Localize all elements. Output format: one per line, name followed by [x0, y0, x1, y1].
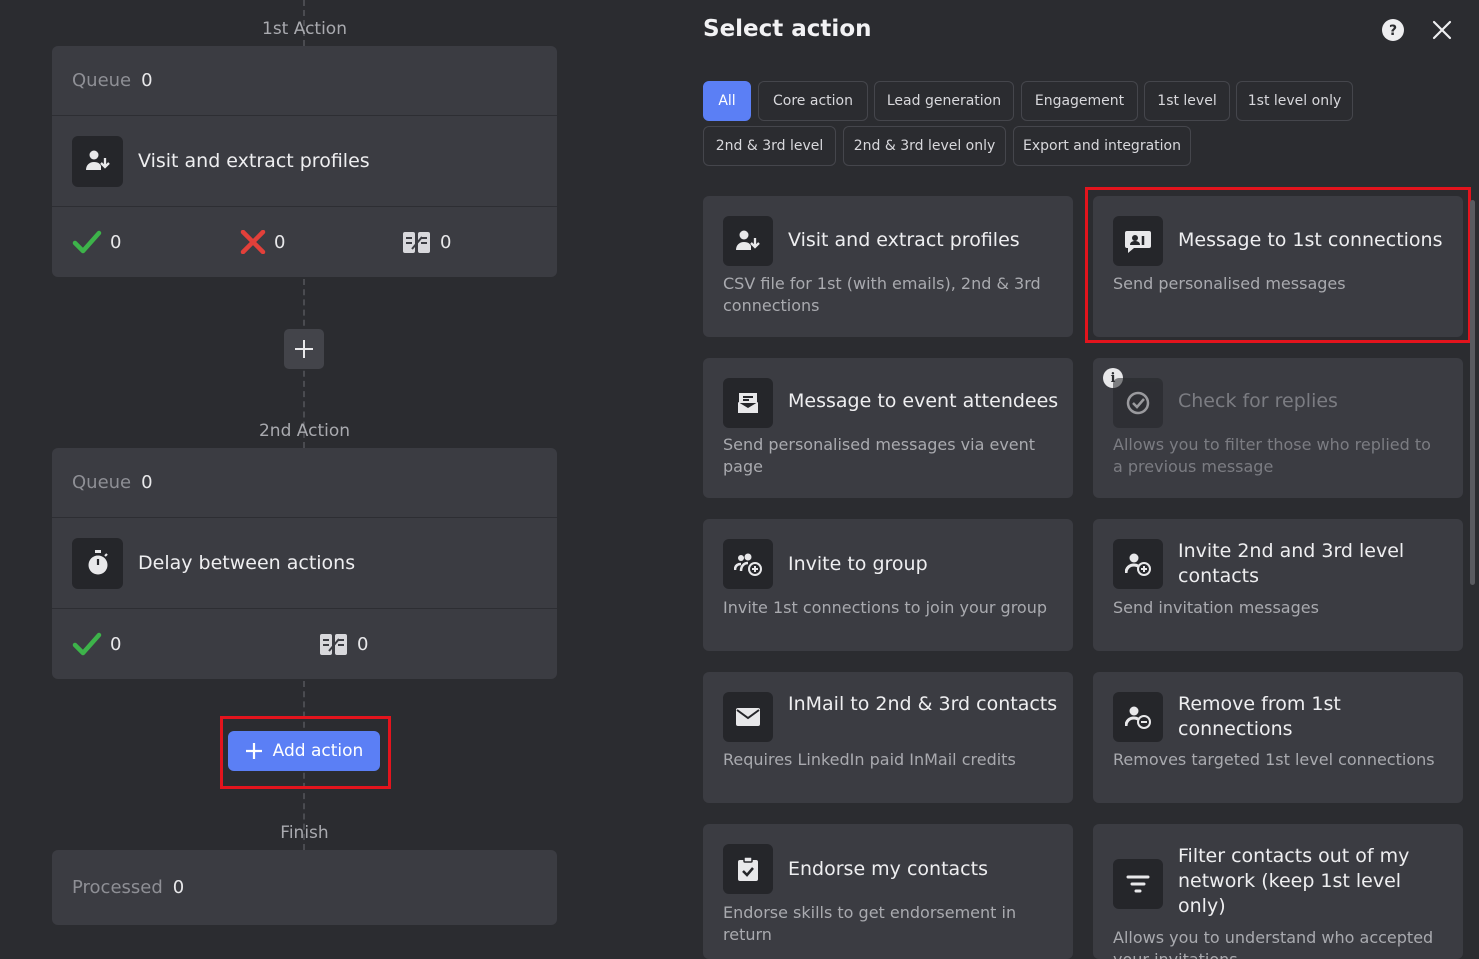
action-description: CSV file for 1st (with emails), 2nd & 3r… — [723, 274, 1041, 315]
highlight-box — [220, 716, 391, 789]
stats-row: 0 0 0 — [52, 207, 557, 277]
skipped-icon — [403, 232, 430, 253]
action-card-visit-extract[interactable]: Visit and extract profiles CSV file for … — [703, 196, 1073, 337]
queue-count: 0 — [141, 472, 153, 493]
filter-1st-level-only[interactable]: 1st level only — [1236, 81, 1353, 121]
svg-text:?: ? — [1389, 23, 1397, 39]
close-icon[interactable] — [1431, 19, 1453, 45]
action-title: Visit and extract profiles — [788, 229, 1020, 251]
finish-card: Processed 0 — [52, 850, 557, 925]
action-card-event-attendees[interactable]: Message to event attendees Send personal… — [703, 358, 1073, 498]
action-name: Visit and extract profiles — [138, 150, 370, 172]
action-card-filter-contacts[interactable]: Filter contacts out of my network (keep … — [1093, 824, 1463, 959]
failed-stat: 0 — [240, 207, 285, 277]
action-card-remove-1st[interactable]: Remove from 1st connections Removes targ… — [1093, 672, 1463, 803]
event-message-icon — [723, 378, 773, 428]
queue-row: Queue 0 — [52, 46, 557, 116]
skipped-count: 0 — [357, 633, 369, 655]
action-description: Send invitation messages — [1113, 598, 1319, 617]
action-title: Remove from 1st connections — [1178, 693, 1341, 740]
stats-row: 0 0 — [52, 609, 557, 679]
processed-count: 0 — [172, 877, 185, 898]
queue-count: 0 — [141, 70, 153, 91]
filter-export-integration[interactable]: Export and integration — [1013, 126, 1191, 166]
action-card-inmail[interactable]: InMail to 2nd & 3rd contacts Requires Li… — [703, 672, 1073, 803]
clipboard-check-icon — [723, 844, 773, 894]
action-description: Endorse skills to get endorsement in ret… — [723, 903, 1017, 944]
filter-core-action[interactable]: Core action — [758, 81, 868, 121]
check-icon — [72, 230, 102, 254]
queue-row: Queue 0 — [52, 448, 557, 518]
insert-action-button[interactable] — [284, 329, 324, 369]
step-2-card[interactable]: Queue 0 Delay between actions 0 0 — [52, 448, 557, 679]
scrollbar[interactable] — [1470, 200, 1475, 585]
action-row[interactable]: Visit and extract profiles — [52, 116, 557, 207]
select-action-panel: Select action ? All Core action Lead gen… — [703, 0, 1479, 959]
action-title: Filter contacts out of my network (keep … — [1178, 845, 1410, 917]
step-1-label: 1st Action — [262, 19, 347, 39]
action-title: Check for replies — [1178, 390, 1338, 412]
plus-icon — [295, 340, 313, 358]
action-card-invite-2nd-3rd[interactable]: Invite 2nd and 3rd level contacts Send i… — [1093, 519, 1463, 651]
queue-label: Queue — [72, 70, 132, 91]
filter-2nd-3rd-level[interactable]: 2nd & 3rd level — [703, 126, 836, 166]
failed-count: 0 — [274, 231, 286, 253]
action-title: InMail to 2nd & 3rd contacts — [788, 693, 1058, 715]
action-description: Requires LinkedIn paid InMail credits — [723, 750, 1016, 769]
mail-icon — [723, 692, 773, 742]
action-title: Invite 2nd and 3rd level contacts — [1178, 540, 1405, 587]
panel-title: Select action — [703, 16, 872, 42]
processed-row: Processed 0 — [52, 850, 557, 925]
user-remove-icon — [1113, 692, 1163, 742]
step-1-card[interactable]: Queue 0 Visit and extract profiles 0 0 0 — [52, 46, 557, 277]
action-title: Message to event attendees — [788, 390, 1059, 412]
queue-label: Queue — [72, 472, 132, 493]
reply-check-icon — [1113, 378, 1163, 428]
stopwatch-icon — [72, 537, 123, 589]
group-invite-icon — [723, 539, 773, 589]
action-name: Delay between actions — [138, 552, 356, 574]
action-description: Send personalised messages via event pag… — [723, 435, 1036, 476]
workflow-panel: 1st Action Queue 0 Visit and extract pro… — [0, 0, 610, 959]
action-description: Allows you to filter those who replied t… — [1113, 435, 1431, 476]
filter-engagement[interactable]: Engagement — [1021, 81, 1138, 121]
filter-2nd-3rd-level-only[interactable]: 2nd & 3rd level only — [843, 126, 1006, 166]
success-count: 0 — [110, 633, 122, 655]
finish-label: Finish — [280, 823, 329, 843]
action-description: Invite 1st connections to join your grou… — [723, 598, 1048, 617]
skipped-stat: 0 — [402, 207, 451, 277]
skipped-stat: 0 — [319, 609, 368, 679]
help-icon[interactable]: ? — [1382, 19, 1404, 45]
cross-icon — [240, 230, 266, 254]
filter-all[interactable]: All — [703, 81, 751, 121]
skipped-count: 0 — [440, 231, 452, 253]
success-stat: 0 — [72, 609, 121, 679]
action-card-check-replies[interactable]: i Check for replies Allows you to filter… — [1093, 358, 1463, 498]
user-add-icon — [1113, 539, 1163, 589]
user-download-icon — [723, 216, 773, 266]
check-icon — [72, 632, 102, 656]
skipped-icon — [320, 634, 347, 655]
processed-label: Processed — [72, 877, 163, 898]
success-count: 0 — [110, 231, 122, 253]
action-title: Endorse my contacts — [788, 858, 988, 880]
action-row[interactable]: Delay between actions — [52, 518, 557, 609]
action-card-invite-group[interactable]: Invite to group Invite 1st connections t… — [703, 519, 1073, 651]
action-description: Allows you to understand who accepted yo… — [1113, 928, 1434, 959]
filter-1st-level[interactable]: 1st level — [1144, 81, 1230, 121]
step-2-label: 2nd Action — [258, 421, 351, 441]
action-title: Invite to group — [788, 553, 928, 575]
success-stat: 0 — [72, 207, 121, 277]
action-description: Removes targeted 1st level connections — [1113, 750, 1435, 769]
highlight-box — [1085, 187, 1471, 343]
filter-icon — [1113, 859, 1163, 909]
user-download-icon — [72, 135, 123, 187]
filter-lead-generation[interactable]: Lead generation — [874, 81, 1014, 121]
action-card-endorse[interactable]: Endorse my contacts Endorse skills to ge… — [703, 824, 1073, 959]
